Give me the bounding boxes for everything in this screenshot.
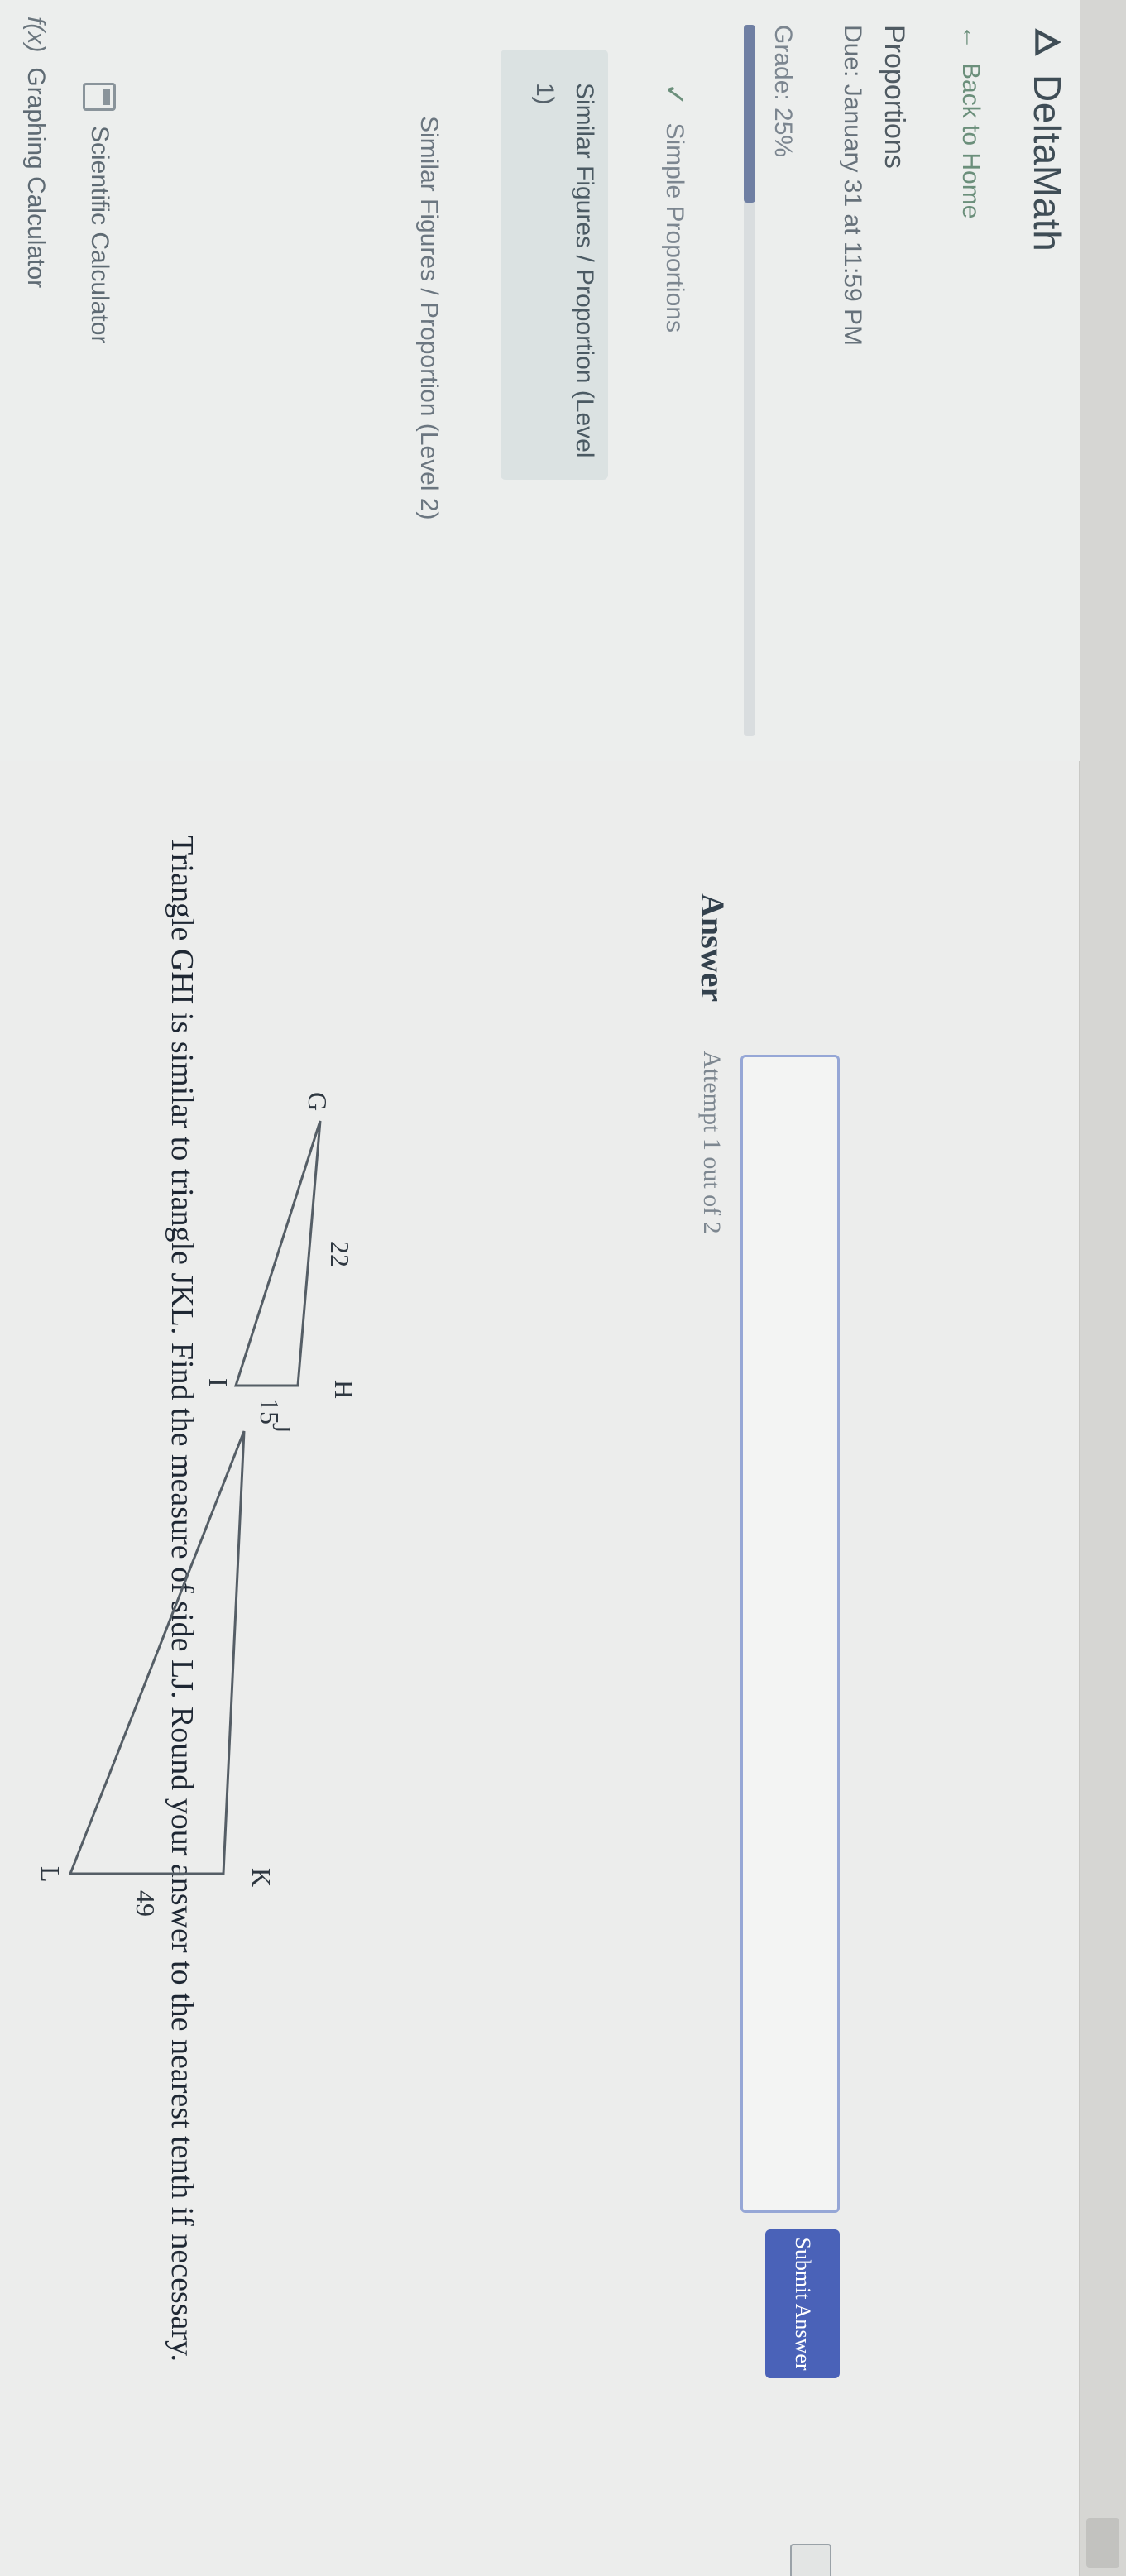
sidebar: DeltaMath ← Back to Home Proportions Due… [0, 0, 1080, 761]
skill-label: Simple Proportions [661, 122, 688, 333]
scientific-calculator-label: Scientific Calculator [86, 126, 113, 344]
back-to-home-link[interactable]: ← Back to Home [956, 25, 985, 218]
triangle-ghi [233, 1120, 322, 1387]
app-name: DeltaMath [1026, 74, 1069, 252]
vertex-label-k: K [247, 1868, 276, 1887]
triangle-jkl [68, 1430, 246, 1875]
triangle-figure: G H I 22 15 J K L 49 [36, 1092, 359, 1917]
graphing-calculator-link[interactable]: f(x) Graphing Calculator [22, 17, 50, 288]
answer-row: Answer Attempt 1 out of 2 Submit Answer [649, 786, 840, 2576]
assignment-title: Proportions [879, 25, 910, 169]
answer-input[interactable] [740, 1055, 840, 2213]
skill-item[interactable]: ✓ Simple Proportions [658, 83, 691, 333]
scientific-calculator-link[interactable]: Scientific Calculator [83, 83, 116, 343]
vertex-label-h: H [329, 1380, 359, 1399]
browser-top-bar [1079, 0, 1126, 2576]
graph-icon: f(x) [22, 17, 50, 53]
problem-subtitle: Similar Figures / Proportion (Level 2) [415, 116, 443, 520]
side-label-kl: 49 [131, 1890, 161, 1917]
vertex-label-i: I [204, 1378, 233, 1387]
graphing-calculator-label: Graphing Calculator [22, 67, 50, 289]
submit-answer-button[interactable]: Submit Answer [765, 2229, 840, 2378]
deltamath-logo-icon [1035, 28, 1061, 56]
logo: DeltaMath [1025, 25, 1070, 251]
main-content: Triangle GHI is similar to triangle JKL.… [0, 761, 1080, 2576]
back-link-label: Back to Home [957, 63, 985, 219]
problem-title: Similar Figures / Proportion (Level [571, 83, 598, 458]
checkmark-icon: ✓ [659, 83, 690, 107]
vertex-label-l: L [36, 1866, 65, 1883]
calculator-icon [83, 83, 116, 111]
grade-progress-bar [744, 25, 755, 736]
side-label-hi: 15 [255, 1398, 285, 1424]
arrow-left-icon: ← [957, 25, 985, 50]
side-panel-toggle-icon[interactable] [790, 2544, 831, 2576]
problem-item-active[interactable]: Similar Figures / Proportion (Level 1) [501, 50, 608, 480]
screen-frame: DeltaMath ← Back to Home Proportions Due… [0, 0, 1126, 2576]
side-label-gh: 22 [325, 1241, 355, 1267]
attempt-counter: Attempt 1 out of 2 [698, 1051, 726, 1234]
problem-number: 1) [531, 83, 558, 105]
vertex-label-g: G [303, 1092, 333, 1111]
vertex-label-j: J [267, 1423, 297, 1433]
top-corner-badge [1086, 2518, 1119, 2568]
grade-progress-fill [744, 25, 755, 203]
grade-text: Grade: 25% [769, 25, 797, 158]
due-date: Due: January 31 at 11:59 PM [839, 25, 866, 347]
answer-label: Answer [694, 893, 731, 1003]
